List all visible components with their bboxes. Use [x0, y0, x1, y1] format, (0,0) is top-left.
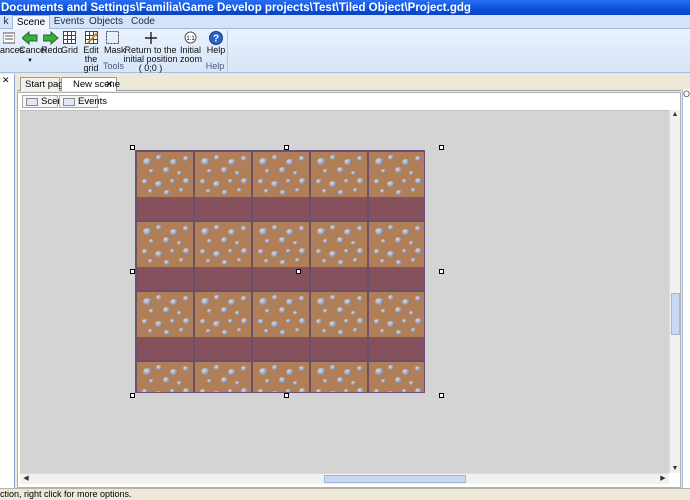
vertical-scrollbar[interactable]: ▲ ▼ — [669, 110, 680, 473]
tile — [194, 361, 252, 392]
initial-zoom-button[interactable]: 1:1 Initial zoom — [180, 31, 202, 64]
resize-handle-e[interactable] — [439, 269, 444, 274]
grid-label: Grid — [61, 45, 79, 55]
redo-arrow-icon — [42, 31, 59, 45]
resize-handle-sw[interactable] — [130, 393, 135, 398]
tile — [136, 151, 194, 221]
tab-start-page[interactable]: Start page — [20, 77, 69, 91]
tile — [368, 361, 424, 392]
undo-arrow-icon — [22, 31, 38, 45]
help-button[interactable]: ? Help — [206, 31, 226, 55]
tab-code[interactable]: Code — [126, 15, 160, 29]
tab-scene-view[interactable]: Scene — [22, 95, 68, 108]
scene-icon — [26, 98, 38, 106]
tile — [136, 221, 194, 291]
scene-subtab-bar: Scene Events — [18, 93, 680, 110]
left-panel: ✕ — [0, 74, 15, 488]
tile — [252, 221, 310, 291]
scroll-left-icon[interactable]: ◀ — [21, 474, 31, 482]
redo-label: Redo — [41, 45, 63, 55]
ribbon-tab-bar: k Scene Events Objects Code — [0, 15, 690, 30]
grid-button[interactable]: Grid — [61, 31, 79, 55]
zoom-icon: 1:1 — [184, 31, 196, 44]
tab-objects[interactable]: Objects — [87, 15, 125, 29]
tab-events[interactable]: Events — [51, 15, 87, 29]
events-tab-label: Events — [78, 96, 108, 107]
scene-editor: Scene Events ▲ ▼ ◀ ▶ — [17, 92, 681, 488]
resize-handle-nw[interactable] — [130, 145, 135, 150]
tile — [194, 151, 252, 221]
right-panel: Ob — [682, 89, 690, 489]
mask-icon — [105, 31, 119, 44]
resize-handle-ne[interactable] — [439, 145, 444, 150]
tile — [368, 151, 424, 221]
events-icon — [63, 98, 75, 106]
status-text: ction, right click for more options. — [0, 489, 132, 499]
resize-handle-w[interactable] — [130, 269, 135, 274]
instances-icon — [2, 32, 15, 44]
redo-button[interactable]: Redo — [41, 31, 63, 55]
tiled-sprite-object[interactable] — [135, 150, 425, 393]
object-origin-handle[interactable] — [296, 269, 301, 274]
window-title: Documents and Settings\Familia\Game Deve… — [0, 0, 690, 16]
tab-events-view[interactable]: Events — [59, 95, 107, 108]
tab-scene[interactable]: Scene — [12, 15, 50, 30]
tile — [310, 361, 368, 392]
horizontal-scroll-thumb[interactable] — [324, 475, 466, 483]
svg-text:1:1: 1:1 — [186, 36, 195, 42]
close-icon[interactable]: ✕ — [2, 75, 10, 86]
document-tab-bar: Start page New scene ✕ — [17, 74, 681, 91]
scroll-up-icon[interactable]: ▲ — [670, 111, 680, 118]
close-tab-icon[interactable]: ✕ — [105, 78, 113, 91]
scroll-right-icon[interactable]: ▶ — [658, 474, 668, 482]
crosshair-icon — [144, 32, 157, 44]
tile — [310, 151, 368, 221]
resize-handle-se[interactable] — [439, 393, 444, 398]
vertical-scroll-thumb[interactable] — [671, 293, 680, 335]
tile — [310, 291, 368, 361]
instances-button[interactable]: ances — [0, 31, 24, 55]
tools-group-label: Tools — [102, 61, 124, 71]
grid-icon — [62, 31, 76, 44]
tools-group: ances Cancel ▼ Redo Grid Edit the grid M… — [0, 30, 228, 73]
horizontal-scrollbar[interactable]: ◀ ▶ — [20, 473, 669, 484]
tile — [136, 361, 194, 392]
tile — [252, 361, 310, 392]
help-group: ? Help Help — [203, 30, 228, 71]
tile — [368, 291, 424, 361]
ribbon: ances Cancel ▼ Redo Grid Edit the grid M… — [0, 29, 690, 73]
help-label: Help — [206, 45, 226, 55]
scene-canvas[interactable] — [20, 110, 669, 473]
edit-grid-icon — [84, 31, 98, 44]
tab-new-scene[interactable]: New scene ✕ — [61, 77, 120, 91]
tile — [368, 221, 424, 291]
help-icon: ? — [209, 31, 223, 45]
mask-button[interactable]: Mask — [104, 31, 126, 55]
tile — [194, 291, 252, 361]
scroll-down-icon[interactable]: ▼ — [670, 465, 680, 472]
help-group-label: Help — [205, 61, 225, 71]
tile — [136, 291, 194, 361]
resize-handle-n[interactable] — [284, 145, 289, 150]
status-bar: ction, right click for more options. — [0, 488, 690, 500]
resize-handle-s[interactable] — [284, 393, 289, 398]
tile — [194, 221, 252, 291]
app-window: Documents and Settings\Familia\Game Deve… — [0, 0, 690, 500]
tile — [252, 151, 310, 221]
tile — [310, 221, 368, 291]
svg-text:?: ? — [213, 34, 219, 45]
right-panel-label: Ob — [683, 89, 690, 99]
tab-file[interactable]: k — [0, 15, 12, 29]
tile — [252, 291, 310, 361]
